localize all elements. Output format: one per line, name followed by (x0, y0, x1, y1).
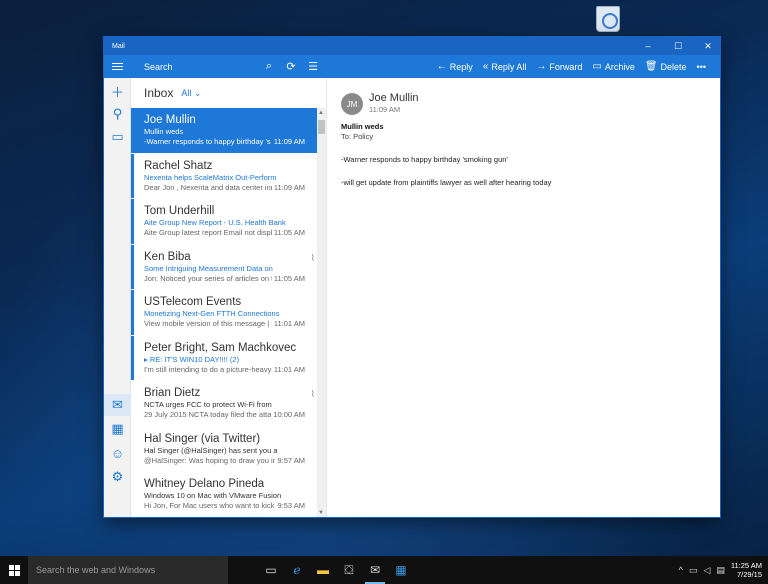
list-item[interactable]: USTelecom Events Monetizing Next-Gen FTT… (131, 290, 317, 336)
taskbar: ▭ ℯ ▬ ⛋ ✉ ▦ ^ ▭ ◁ ▤ 11:25 AM 7/29/15 (0, 556, 768, 584)
title-bar: Mail – ☐ ✕ (104, 37, 720, 55)
attachment-icon: ⌇ (310, 252, 315, 263)
clock[interactable]: 11:25 AM 7/29/15 (731, 561, 762, 579)
mail-window: Mail – ☐ ✕ ⌕ ⟳ ☰ ←Reply «Reply All →Forw… (104, 37, 720, 517)
message-header: JM Joe Mullin 11:09 AM (341, 92, 706, 115)
calendar-icon[interactable]: ▦ (104, 418, 131, 440)
folder-name: Inbox (144, 86, 174, 100)
forward-icon: → (536, 61, 547, 72)
list-toolbar: ⌕ ⟳ ☰ (104, 55, 327, 78)
windows-logo-icon (8, 564, 20, 576)
scroll-up-icon[interactable]: ▲ (318, 110, 324, 116)
window-title: Mail (112, 42, 125, 50)
taskbar-search-input[interactable] (28, 556, 228, 584)
message-recipients: To: Policy (341, 132, 374, 141)
select-mode-icon[interactable]: ☰ (306, 59, 320, 73)
archive-button[interactable]: ▭ Archive (592, 61, 634, 72)
start-button[interactable] (0, 556, 28, 584)
scroll-down-icon[interactable]: ▼ (318, 510, 324, 516)
show-hidden-icons-icon[interactable]: ^ (679, 565, 683, 575)
message-body-line: -Warner responds to happy birthday 'smok… (341, 155, 508, 164)
attachment-icon: ⌇ (310, 389, 315, 399)
hamburger-menu-icon[interactable] (104, 55, 131, 78)
reading-toolbar: ← Reply «Reply All → Forward ▭ Archive 🗑 Del… (327, 55, 720, 78)
settings-gear-icon[interactable]: ⚙ (104, 466, 131, 488)
list-item[interactable]: Joe Mullin Mullin weds -Warner responds … (131, 108, 317, 154)
edge-browser-icon[interactable]: ℯ (284, 556, 310, 584)
list-item[interactable]: Hal Singer (via Twitter) Hal Singer (@Ha… (131, 427, 317, 472)
message-time: 11:09 AM (369, 105, 401, 114)
system-tray: ^ ▭ ◁ ▤ 11:25 AM 7/29/15 (679, 561, 768, 579)
minimize-icon[interactable]: – (636, 37, 660, 55)
close-icon[interactable]: ✕ (696, 37, 720, 55)
more-actions-button[interactable]: ••• (697, 62, 706, 72)
file-explorer-icon[interactable]: ▬ (310, 556, 336, 584)
avatar: JM (341, 93, 363, 115)
recycle-bin-icon[interactable] (596, 6, 620, 32)
maximize-icon[interactable]: ☐ (666, 37, 690, 55)
mail-app-icon[interactable]: ✉ (362, 556, 388, 584)
list-item[interactable]: Whitney Delano Pineda Windows 10 on Mac … (131, 472, 317, 517)
store-icon[interactable]: ⛋ (336, 556, 362, 584)
message-subject: Mullin weds (341, 122, 384, 131)
volume-icon[interactable]: ◁ (703, 565, 710, 576)
message-list: Inbox All ⌄ ▲ ▼ Joe Mullin Mullin weds -… (131, 78, 327, 517)
search-icon[interactable]: ⌕ (262, 59, 276, 73)
list-item[interactable]: Peter Bright, Sam Machkovec ▸ RE: IT'S W… (131, 335, 317, 381)
task-view-icon[interactable]: ▭ (258, 556, 284, 584)
mail-icon[interactable]: ✉ (104, 394, 131, 416)
forward-button[interactable]: → Forward (536, 61, 582, 72)
reply-all-icon: « (482, 61, 489, 72)
network-icon[interactable]: ▭ (689, 565, 698, 576)
list-item[interactable]: Brian Dietz ⌇ NCTA urges FCC to protect … (131, 381, 317, 427)
sender-name[interactable]: Joe Mullin (369, 92, 419, 105)
left-rail: ＋ ⚲ ▭ ✉ ▦ ☺ ⚙ (104, 78, 131, 517)
message-body-line: -will get update from plaintiffs lawyer … (341, 178, 552, 187)
accounts-icon[interactable]: ⚲ (104, 103, 131, 125)
reply-all-button[interactable]: «Reply All (483, 61, 527, 72)
list-item[interactable]: Tom Underhill Aite Group New Report - U.… (131, 199, 317, 245)
list-item[interactable]: Rachel Shatz Nexenta helps ScaleMatrix O… (131, 153, 317, 199)
folders-icon[interactable]: ▭ (104, 126, 131, 148)
list-scrollbar[interactable]: ▲ ▼ (317, 108, 326, 517)
reply-icon: ← (436, 61, 447, 72)
list-header: Inbox All ⌄ (131, 78, 326, 108)
new-mail-icon[interactable]: ＋ (104, 80, 131, 102)
delete-button[interactable]: 🗑 Delete (645, 61, 687, 72)
trash-icon: 🗑 (644, 61, 658, 72)
scroll-thumb[interactable] (318, 120, 325, 134)
reading-pane: JM Joe Mullin 11:09 AM Mullin weds To: P… (327, 78, 720, 517)
sync-icon[interactable]: ⟳ (284, 59, 298, 73)
archive-icon: ▭ (592, 61, 602, 72)
action-center-icon[interactable]: ▤ (716, 565, 725, 576)
search-input[interactable] (144, 60, 254, 73)
list-item[interactable]: Ken Biba ⌇ Some Intriguing Measurement D… (131, 244, 317, 290)
filter-dropdown[interactable]: All ⌄ (181, 88, 201, 99)
main-area: ＋ ⚲ ▭ ✉ ▦ ☺ ⚙ Inbox All ⌄ ▲ ▼ Joe Mullin… (104, 78, 720, 517)
reply-button[interactable]: ← Reply (437, 61, 473, 72)
toolbar: ⌕ ⟳ ☰ ←Reply «Reply All →Forward ▭Archiv… (104, 55, 720, 78)
feedback-smiley-icon[interactable]: ☺ (104, 442, 131, 464)
people-app-icon[interactable]: ▦ (388, 556, 414, 584)
